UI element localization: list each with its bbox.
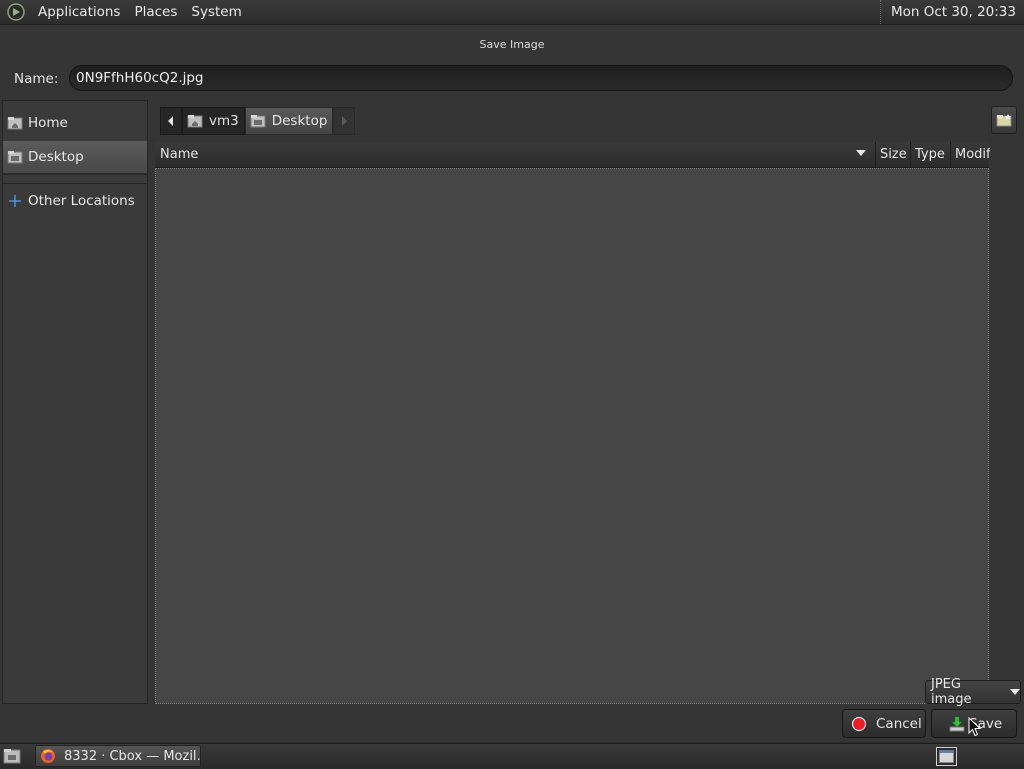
scrollbar-gutter [989,167,1024,704]
name-label: Name: [14,71,59,87]
bottom-panel: 8332 · Cbox — Mozil… [0,743,1024,769]
mouse-pointer-icon [968,717,982,737]
top-panel: Applications Places System Mon Oct 30, 2… [0,0,1024,25]
show-desktop-icon[interactable] [3,748,21,764]
file-type-value: JPEG image [931,677,972,707]
cancel-icon [852,716,866,731]
path-scroll-left-button[interactable] [160,107,182,135]
plus-icon [9,195,21,207]
save-image-dialog: Save Image Name: Home Desktop [0,25,1024,742]
desktop-folder-icon [7,151,23,164]
sidebar-item-other-locations[interactable]: Other Locations [3,184,147,218]
chevron-left-icon [168,116,173,126]
sidebar-item-label: Desktop [28,149,84,165]
file-list-body[interactable] [155,168,989,704]
system-menu[interactable]: System [184,4,248,20]
cancel-button[interactable]: Cancel [842,709,926,738]
file-list-header: Name Size Type Modified [155,142,990,168]
sidebar-item-label: Other Locations [28,193,135,209]
clock[interactable]: Mon Oct 30, 20:33 [879,0,1024,24]
file-list[interactable]: Name Size Type Modified [155,142,990,704]
home-folder-icon [187,115,203,128]
taskbar-item-firefox[interactable]: 8332 · Cbox — Mozil… [35,745,201,767]
path-segment-desktop[interactable]: Desktop [244,107,334,135]
distro-logo-icon[interactable] [7,3,25,21]
file-type-select[interactable]: JPEG image [925,677,1021,707]
workspace-switcher[interactable] [936,747,957,766]
chevron-down-icon [1010,689,1020,695]
cancel-button-label: Cancel [876,715,922,732]
sidebar-item-home[interactable]: Home [3,106,147,140]
firefox-icon [41,749,55,763]
workspace-window-titlebar [939,750,954,753]
applications-menu[interactable]: Applications [31,4,127,20]
download-icon [949,716,965,731]
taskbar-item-label: 8332 · Cbox — Mozil… [64,748,201,764]
chevron-right-icon [342,116,348,126]
path-segment-label: vm3 [209,113,239,129]
column-header-name[interactable]: Name [160,142,198,167]
places-menu[interactable]: Places [127,4,184,20]
sidebar-item-label: Home [28,115,68,131]
places-sidebar: Home Desktop Other Locations [2,100,148,704]
sidebar-item-desktop[interactable]: Desktop [3,141,147,175]
filename-input[interactable] [69,65,1013,91]
column-header-type[interactable]: Type [910,142,945,167]
path-scroll-right-button[interactable] [333,107,356,135]
path-segment-vm3[interactable]: vm3 [182,107,245,135]
new-folder-icon [996,114,1012,127]
sort-descending-icon[interactable] [856,150,866,156]
path-segment-label: Desktop [271,113,328,129]
create-folder-button[interactable] [991,106,1017,134]
name-row: Name: [0,63,1024,95]
column-header-size[interactable]: Size [875,142,907,167]
path-bar: vm3 Desktop [160,107,356,135]
column-header-modified[interactable]: Modified [950,142,990,167]
desktop-folder-icon [250,115,266,128]
file-browser: vm3 Desktop Name Size Type Modif [152,100,1024,704]
home-folder-icon [7,117,23,130]
dialog-title: Save Image [479,38,545,51]
